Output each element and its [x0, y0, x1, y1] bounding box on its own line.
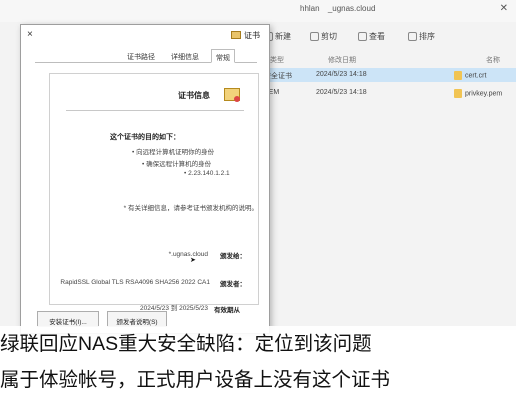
- certificate-icon: [231, 31, 241, 39]
- info-note: * 有关详细信息，请参考证书颁发机构的说明。: [123, 205, 258, 212]
- column-type[interactable]: 类型: [270, 55, 284, 65]
- valid-label: 有效期从: [214, 307, 240, 314]
- breadcrumb-item[interactable]: hhlan: [300, 4, 320, 13]
- purpose-item: • 确保远程计算机的身份: [142, 161, 212, 168]
- toolbar-cut[interactable]: 剪切: [310, 31, 337, 42]
- mouse-cursor-icon: ➤: [190, 257, 196, 264]
- breadcrumb-item[interactable]: _ugnas.cloud: [328, 4, 376, 13]
- issued-by-label: 颁发者：: [220, 281, 246, 288]
- issued-to-value: *.ugnas.cloud: [168, 251, 208, 258]
- sort-icon: [408, 32, 417, 42]
- toolbar-label: 查看: [369, 32, 385, 41]
- tab-cert-path[interactable]: 证书路径: [123, 49, 159, 63]
- explorer-titlebar: hhlan _ugnas.cloud ✕: [0, 0, 516, 22]
- issued-by-value: RapidSSL Global TLS RSA4096 SHA256 2022 …: [60, 279, 210, 286]
- toolbar-view[interactable]: 查看: [358, 31, 385, 42]
- issuer-statement-button[interactable]: 颁发者说明(S): [107, 311, 167, 327]
- file-date: 2024/5/23 14:18: [316, 89, 367, 96]
- file-list-header: 名称 修改日期 类型: [258, 52, 516, 66]
- file-icon: [454, 89, 462, 98]
- purpose-item: • 向远程计算机证明你的身份: [132, 149, 215, 156]
- tab-details[interactable]: 详细信息: [167, 49, 203, 63]
- divider: [66, 110, 244, 111]
- certificate-icon: [224, 88, 240, 102]
- file-name: privkey.pem: [454, 89, 502, 98]
- headline-line-1: 绿联回应NAS重大安全缺陷：定位到该问题: [0, 326, 516, 362]
- tab-general[interactable]: 常规: [211, 49, 235, 63]
- certificate-info-panel: 证书信息 这个证书的目的如下： • 向远程计算机证明你的身份 • 确保远程计算机…: [49, 73, 259, 314]
- info-title: 证书信息: [178, 91, 210, 100]
- file-name: cert.crt: [454, 71, 486, 80]
- dialog-titlebar: × 证书: [21, 25, 269, 47]
- toolbar-label: 剪切: [321, 32, 337, 41]
- explorer-toolbar: 新建 剪切 查看 排序: [258, 26, 516, 48]
- file-name-text: cert.crt: [465, 72, 487, 80]
- certificate-dialog: × 证书 常规 详细信息 证书路径 证书信息 这个证书的目的如下： • 向远程计…: [20, 24, 270, 334]
- column-date[interactable]: 修改日期: [328, 55, 356, 65]
- toolbar-label: 新建: [275, 32, 291, 41]
- column-name[interactable]: 名称: [486, 55, 500, 65]
- certificate-file-icon: [454, 71, 462, 80]
- file-name-text: privkey.pem: [465, 90, 503, 98]
- file-row[interactable]: PEM 2024/5/23 14:18 privkey.pem: [258, 86, 516, 100]
- headline-line-2: 属于体验帐号，正式用户设备上没有这个证书: [0, 362, 516, 398]
- issued-to-label: 颁发给：: [220, 253, 246, 260]
- cut-icon: [310, 32, 319, 42]
- file-row[interactable]: 安全证书 2024/5/23 14:18 cert.crt: [258, 68, 516, 82]
- file-date: 2024/5/23 14:18: [316, 71, 367, 78]
- toolbar-sort[interactable]: 排序: [408, 31, 435, 42]
- toolbar-label: 排序: [419, 32, 435, 41]
- install-certificate-button[interactable]: 安装证书(I)...: [37, 311, 99, 327]
- window-close-icon[interactable]: ✕: [500, 3, 508, 14]
- dialog-tabs: 常规 详细信息 证书路径: [35, 49, 257, 63]
- breadcrumb[interactable]: hhlan _ugnas.cloud: [300, 4, 381, 13]
- view-icon: [358, 32, 367, 42]
- dialog-title: 证书: [244, 31, 260, 40]
- purpose-heading: 这个证书的目的如下：: [110, 134, 180, 141]
- close-icon[interactable]: ×: [27, 29, 33, 40]
- purpose-item: • 2.23.140.1.2.1: [184, 170, 230, 177]
